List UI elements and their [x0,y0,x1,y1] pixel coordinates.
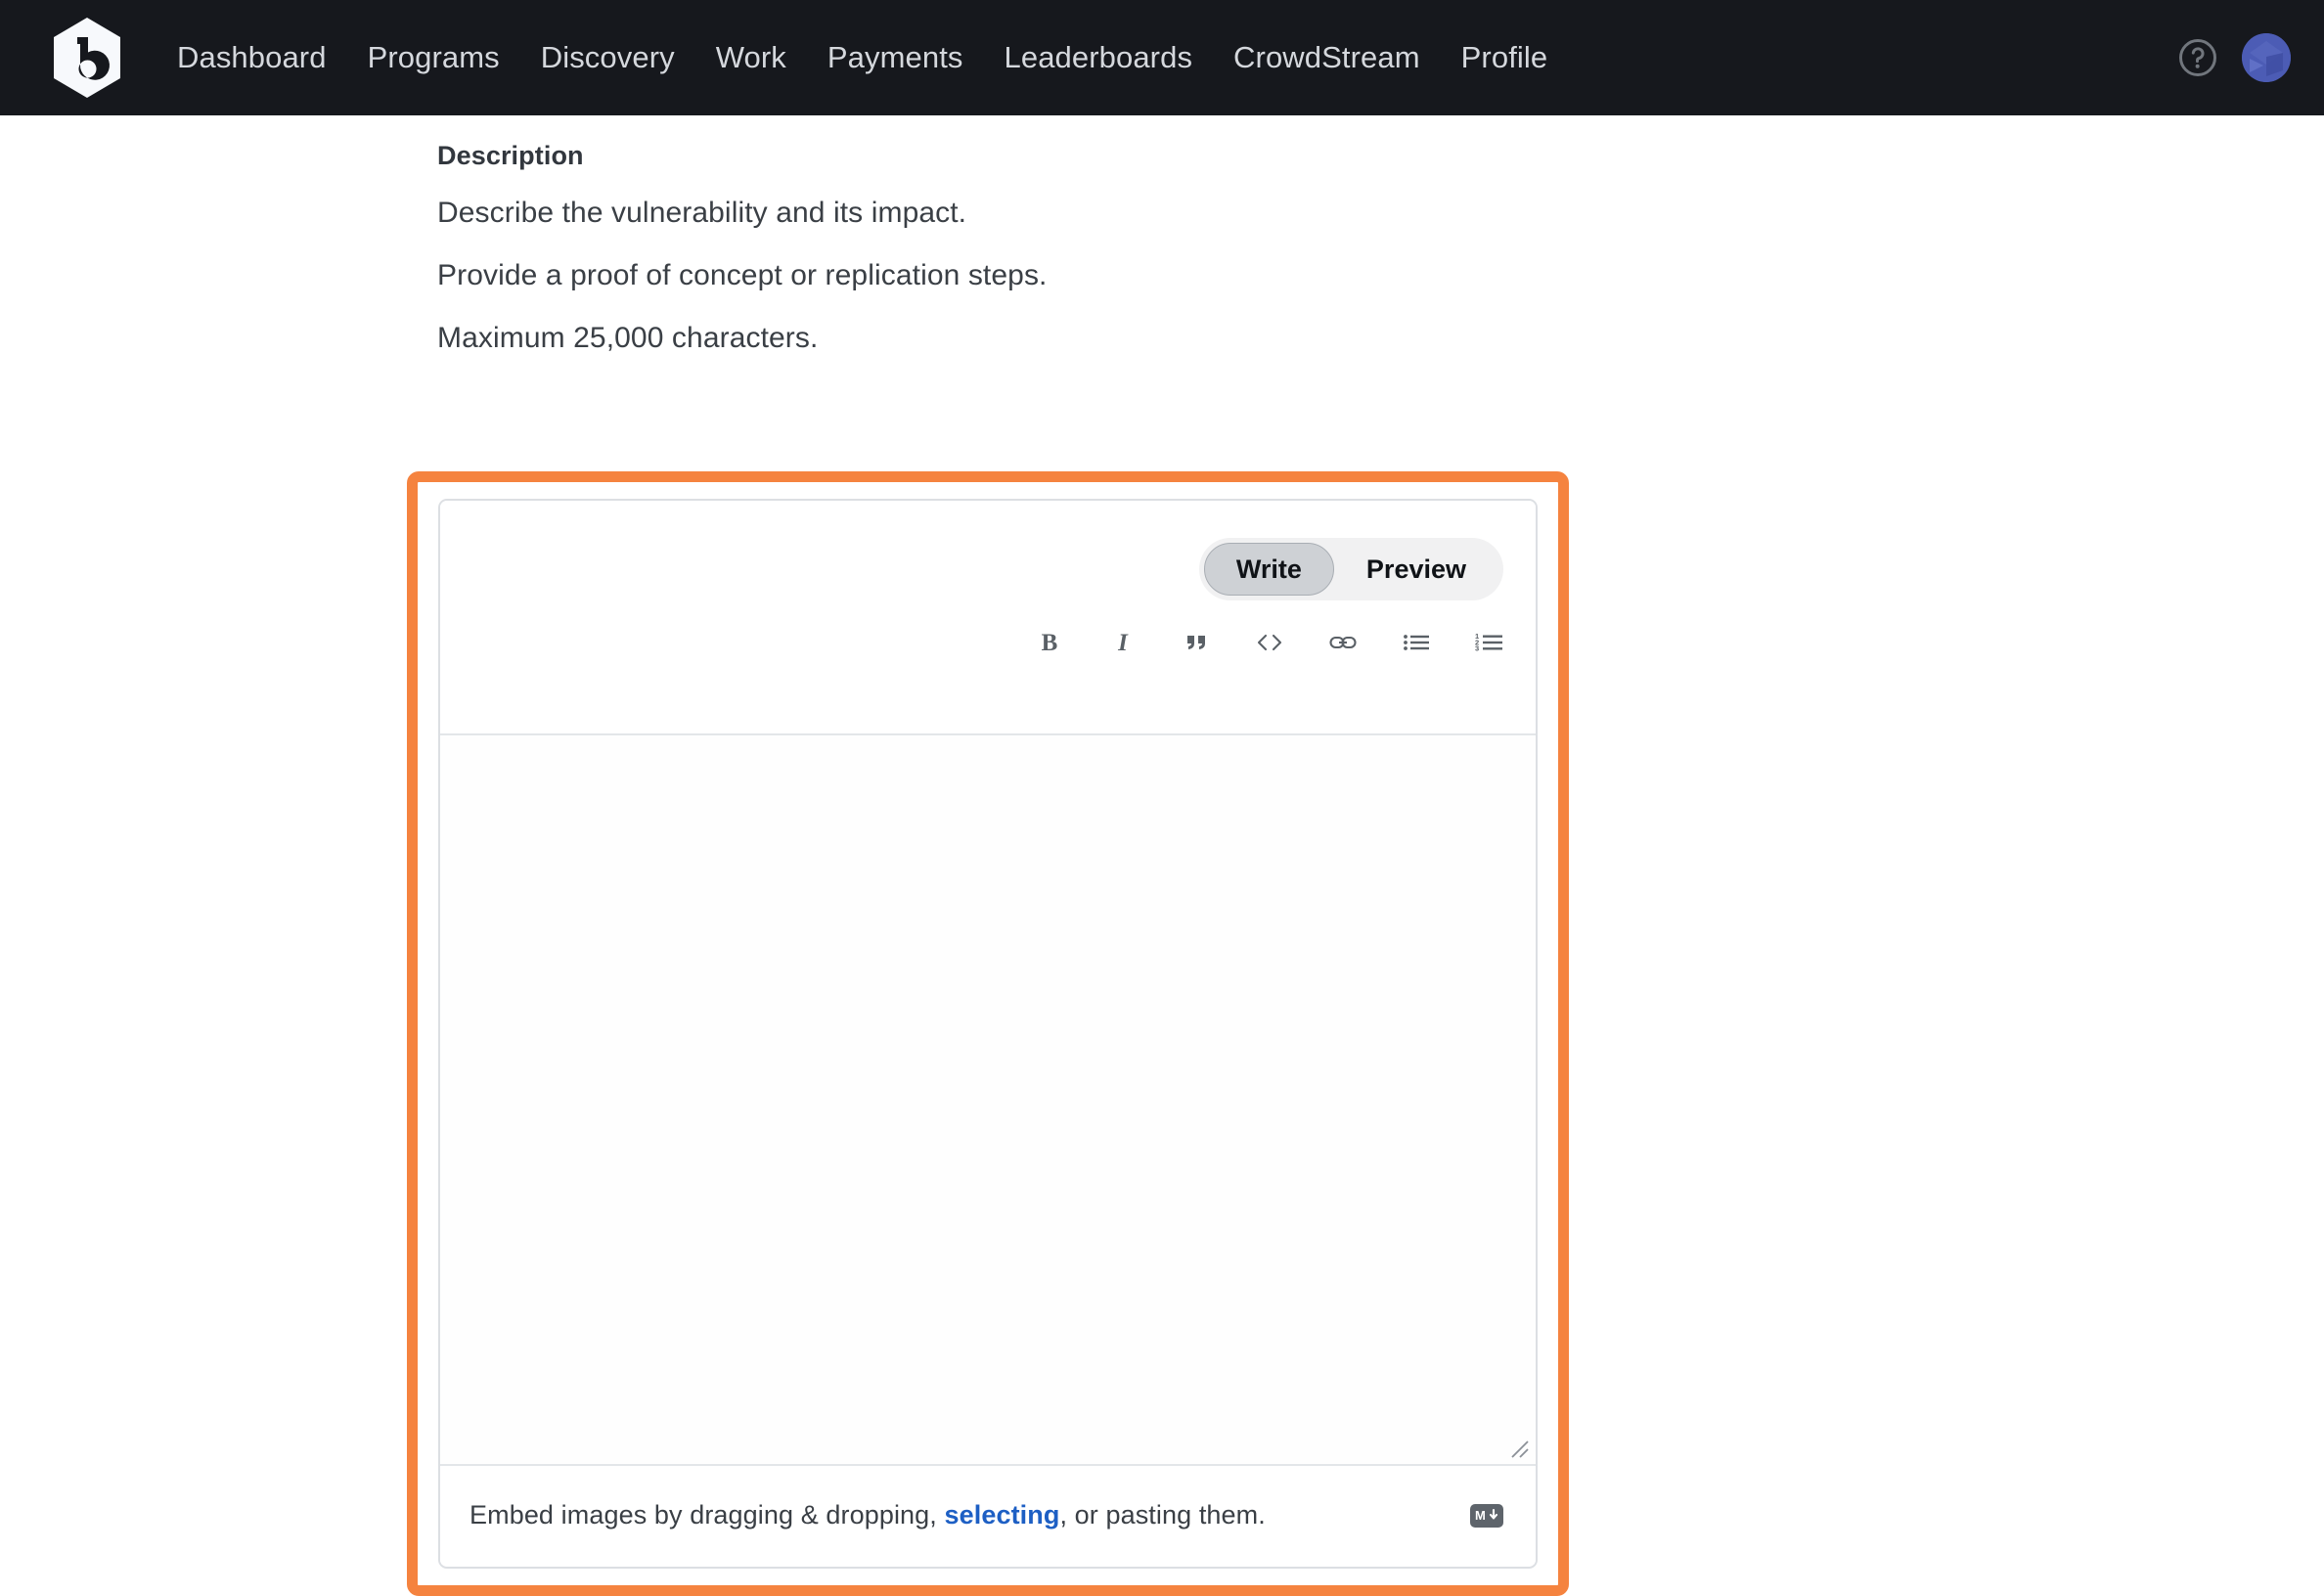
markdown-glyph: M [1475,1508,1498,1523]
quote-glyph [1187,636,1205,649]
embed-images-hint: Embed images by dragging & dropping, sel… [469,1500,1266,1530]
nav-right-controls [2177,0,2291,115]
description-hint-3: Maximum 25,000 characters. [437,322,819,354]
resize-handle-icon[interactable] [1504,1434,1530,1459]
tab-preview[interactable]: Preview [1334,543,1498,596]
svg-text:B: B [1042,630,1058,656]
write-preview-toggle: Write Preview [1198,538,1503,600]
numbered-list-glyph: 1 2 3 [1475,632,1502,653]
description-section: Description Describe the vulnerability a… [437,141,1611,355]
bullet-list-icon[interactable] [1400,626,1433,659]
nav-link-work[interactable]: Work [695,40,807,75]
avatar-pattern-icon [2242,33,2291,82]
top-navigation-bar: Dashboard Programs Discovery Work Paymen… [0,0,2324,115]
nav-link-crowdstream[interactable]: CrowdStream [1213,40,1441,75]
embed-hint-before: Embed images by dragging & dropping, [469,1500,945,1530]
formatting-toolbar: B I 1 2 3 [1033,626,1506,659]
quote-icon[interactable] [1180,626,1213,659]
help-circle-icon[interactable] [2177,37,2218,78]
italic-glyph: I [1117,630,1129,656]
italic-icon[interactable]: I [1106,626,1140,659]
code-glyph [1257,634,1282,651]
markdown-editor: Write Preview B I 1 2 3 Embed images by … [438,499,1538,1569]
page-content: Description Describe the vulnerability a… [0,115,2324,1596]
user-avatar[interactable] [2242,33,2291,82]
nav-links: Dashboard Programs Discovery Work Paymen… [156,40,1568,75]
bold-icon[interactable]: B [1033,626,1066,659]
link-glyph [1329,636,1357,649]
page-title: Description [437,141,584,170]
bugcrowd-logo[interactable] [51,16,123,100]
embed-hint-after: , or pasting them. [1059,1500,1266,1530]
description-hint-1: Describe the vulnerability and its impac… [437,197,967,229]
svg-text:M: M [1475,1508,1486,1523]
link-icon[interactable] [1326,626,1360,659]
description-hint-2: Provide a proof of concept or replicatio… [437,259,1048,291]
nav-link-dashboard[interactable]: Dashboard [156,40,347,75]
description-textarea[interactable] [440,735,1536,1466]
bullet-list-glyph [1404,635,1429,650]
bugcrowd-logo-icon [54,18,120,98]
svg-text:I: I [1117,630,1129,656]
code-icon[interactable] [1253,626,1286,659]
select-files-link[interactable]: selecting [945,1500,1060,1530]
svg-text:3: 3 [1475,644,1479,653]
nav-link-profile[interactable]: Profile [1441,40,1569,75]
nav-link-discovery[interactable]: Discovery [520,40,695,75]
nav-link-programs[interactable]: Programs [347,40,520,75]
bold-glyph: B [1042,630,1058,656]
editor-header: Write Preview B I 1 2 3 [440,501,1536,735]
editor-footer: Embed images by dragging & dropping, sel… [440,1466,1536,1565]
tab-write[interactable]: Write [1203,543,1334,596]
nav-link-payments[interactable]: Payments [807,40,984,75]
markdown-icon[interactable]: M [1470,1503,1503,1528]
nav-link-leaderboards[interactable]: Leaderboards [984,40,1214,75]
numbered-list-icon[interactable]: 1 2 3 [1473,626,1506,659]
